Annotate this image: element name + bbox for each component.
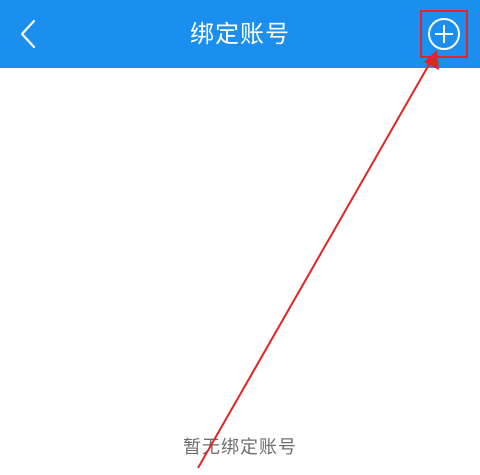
top-app-bar: 绑定账号 bbox=[0, 0, 480, 68]
bind-account-screen: 绑定账号 暂无绑定账号 bbox=[0, 0, 480, 475]
add-account-button[interactable] bbox=[420, 10, 468, 58]
plus-circle-icon bbox=[428, 18, 460, 50]
page-title: 绑定账号 bbox=[190, 20, 290, 48]
empty-state-message: 暂无绑定账号 bbox=[183, 437, 297, 458]
annotation-arrow bbox=[197, 50, 439, 469]
